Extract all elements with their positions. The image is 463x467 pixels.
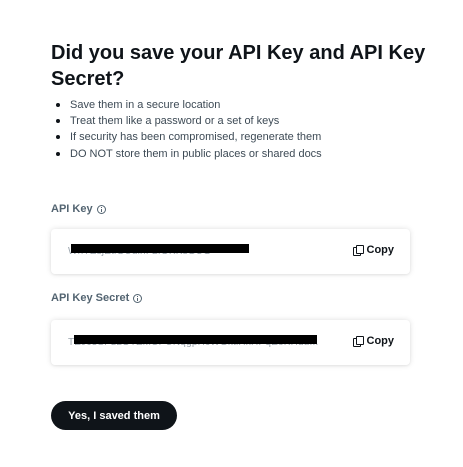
api-key-label-text: API Key <box>51 203 93 215</box>
api-key-secret-label-text: API Key Secret <box>51 292 130 304</box>
api-key-label: API Key <box>51 203 106 215</box>
copy-icon <box>352 335 364 347</box>
tip-item: If security has been compromised, regene… <box>51 129 322 145</box>
info-icon[interactable] <box>96 204 106 214</box>
redaction-bar <box>71 244 249 253</box>
dialog-title: Did you save your API Key and API Key Se… <box>51 42 426 90</box>
tip-item: DO NOT store them in public places or sh… <box>51 146 322 162</box>
copy-icon <box>352 244 364 256</box>
copy-api-key-button[interactable]: Copy <box>352 244 395 256</box>
info-icon[interactable] <box>133 293 143 303</box>
api-key-secret-label: API Key Secret <box>51 292 143 304</box>
tip-item: Save them in a secure location <box>51 97 322 113</box>
redaction-bar <box>74 335 317 344</box>
security-tips-list: Save them in a secure location Treat the… <box>51 97 322 162</box>
tip-item: Treat them like a password or a set of k… <box>51 113 322 129</box>
copy-label: Copy <box>366 244 395 256</box>
api-key-field: WnTEsjEtiGUdinF2fOKKsGUG Copy <box>51 229 410 274</box>
confirm-saved-button[interactable]: Yes, I saved them <box>51 401 177 430</box>
api-key-secret-field: TEJc3SPzLOTZMCPUNqgpHcWGktiHxHPqEoKHdu..… <box>51 320 410 365</box>
copy-label: Copy <box>366 335 395 347</box>
copy-api-key-secret-button[interactable]: Copy <box>352 335 395 347</box>
